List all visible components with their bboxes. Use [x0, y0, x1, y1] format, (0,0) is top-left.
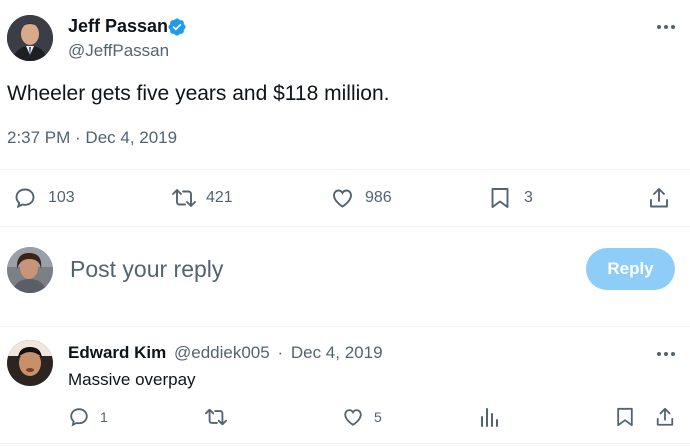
- bookmark-count: 3: [524, 189, 533, 206]
- retweet-icon: [205, 408, 227, 426]
- more-options-icon[interactable]: [656, 20, 676, 38]
- reply-count: 103: [48, 189, 75, 206]
- bookmark-icon: [491, 188, 509, 208]
- avatar-image: [7, 340, 53, 386]
- reply-retweet-action[interactable]: [204, 406, 228, 428]
- reply-share-action[interactable]: [655, 406, 675, 428]
- reply-action[interactable]: 103: [13, 186, 75, 210]
- heart-icon: [344, 409, 362, 426]
- user-avatar[interactable]: [7, 247, 53, 293]
- reply-separator: ·: [277, 343, 284, 362]
- retweet-icon: [172, 189, 196, 207]
- reply-views-action[interactable]: [479, 406, 499, 428]
- author-avatar[interactable]: [7, 15, 53, 61]
- analytics-icon: [481, 408, 498, 427]
- reply-reply-action[interactable]: 1: [68, 406, 108, 428]
- reply-author-name[interactable]: Edward Kim: [68, 343, 166, 362]
- heart-icon: [333, 189, 352, 208]
- reply-input[interactable]: [70, 253, 550, 285]
- like-count: 986: [365, 189, 392, 206]
- verified-badge-icon: [167, 17, 187, 42]
- reply-like-action[interactable]: 5: [342, 406, 382, 428]
- author-handle[interactable]: @JeffPassan: [68, 41, 169, 61]
- avatar-image: [7, 247, 53, 293]
- like-action[interactable]: 986: [330, 186, 392, 210]
- divider: [0, 226, 690, 227]
- reply-author-handle[interactable]: @eddiek005: [174, 343, 270, 362]
- reply-like-count: 5: [374, 409, 382, 425]
- divider: [0, 326, 690, 327]
- author-name[interactable]: Jeff Passan: [68, 16, 168, 37]
- reply-icon: [15, 188, 35, 209]
- reply-reply-count: 1: [100, 409, 108, 425]
- share-icon: [656, 407, 674, 426]
- bookmark-icon: [617, 407, 633, 427]
- reply-text: Massive overpay: [68, 370, 196, 389]
- divider: [0, 169, 690, 170]
- retweet-count: 421: [206, 189, 233, 206]
- reply-author-avatar[interactable]: [7, 340, 53, 386]
- reply-header: Edward Kim @eddiek005 · Dec 4, 2019: [68, 343, 383, 363]
- tweet-text: Wheeler gets five years and $118 million…: [7, 82, 390, 105]
- tweet-timestamp[interactable]: 2:37 PM · Dec 4, 2019: [7, 128, 177, 148]
- reply-date[interactable]: Dec 4, 2019: [291, 343, 383, 362]
- avatar-image: [7, 15, 53, 61]
- reply-bookmark-action[interactable]: [615, 406, 635, 428]
- bookmark-action[interactable]: 3: [489, 186, 533, 210]
- share-action[interactable]: [648, 186, 670, 210]
- reply-button-label: Reply: [607, 259, 654, 278]
- reply-icon: [70, 408, 88, 427]
- divider: [0, 443, 690, 444]
- share-icon: [650, 188, 668, 208]
- reply-more-options-icon[interactable]: [656, 347, 676, 365]
- reply-button[interactable]: Reply: [586, 248, 675, 290]
- retweet-action[interactable]: 421: [171, 186, 233, 210]
